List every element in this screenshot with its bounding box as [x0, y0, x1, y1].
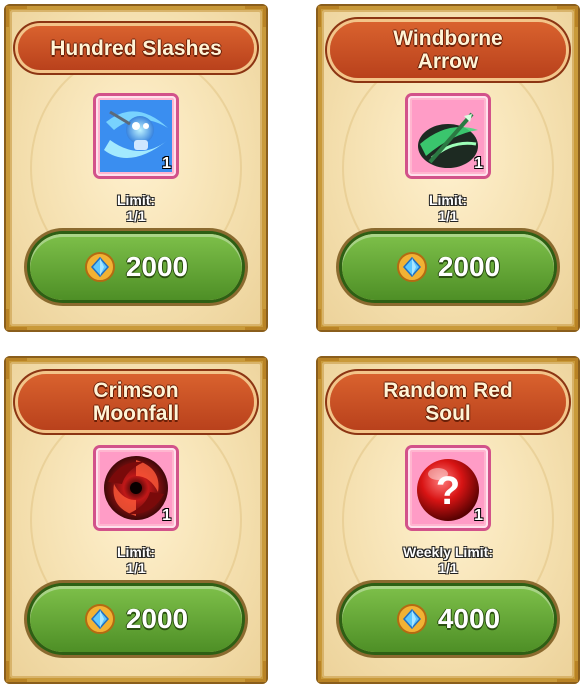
blue-gem-icon — [84, 604, 115, 634]
item-slot[interactable]: 1 — [96, 448, 176, 528]
shop-card-crimson-moonfall: Crimson Moonfall 1 Limit: 1/1 2000 — [4, 356, 268, 684]
item-title: Crimson Moonfall — [92, 379, 180, 425]
price-label: 2000 — [437, 251, 501, 282]
limit-label: Limit: — [116, 544, 156, 560]
buy-button[interactable]: 2000 — [30, 234, 242, 300]
purchase-limit: Limit: 1/1 — [4, 192, 268, 224]
blue-gem-icon — [84, 252, 115, 282]
buy-button[interactable]: 4000 — [342, 586, 554, 652]
buy-button[interactable]: 2000 — [342, 234, 554, 300]
blue-gem-icon — [396, 252, 427, 282]
item-quantity: 1 — [162, 507, 171, 524]
buy-button[interactable]: 2000 — [30, 586, 242, 652]
price-label: 2000 — [125, 251, 189, 282]
item-title: Hundred Slashes — [50, 36, 222, 60]
shop-card-hundred-slashes: Hundred Slashes 1 Limit: 1/1 2000 — [4, 4, 268, 332]
purchase-limit: Weekly Limit: 1/1 — [316, 544, 580, 576]
item-slot[interactable]: 1 — [96, 96, 176, 176]
title-banner: Hundred Slashes — [18, 26, 254, 70]
item-quantity: 1 — [474, 507, 483, 524]
item-title: Windborne Arrow — [393, 27, 503, 73]
price-label: 2000 — [125, 603, 189, 634]
purchase-limit: Limit: 1/1 — [316, 192, 580, 224]
shop-card-windborne-arrow: Windborne Arrow 1 Limit: 1/1 2000 — [316, 4, 580, 332]
limit-value: 1/1 — [438, 560, 458, 576]
price-label: 4000 — [437, 603, 501, 634]
limit-label: Limit: — [428, 192, 468, 208]
limit-label: Limit: — [116, 192, 156, 208]
item-title: Random Red Soul — [383, 379, 513, 425]
svg-text:?: ? — [436, 469, 460, 513]
limit-value: 1/1 — [126, 560, 146, 576]
item-slot[interactable]: ? 1 — [408, 448, 488, 528]
purchase-limit: Limit: 1/1 — [4, 544, 268, 576]
item-quantity: 1 — [474, 155, 483, 172]
limit-label: Weekly Limit: — [403, 544, 493, 560]
title-banner: Windborne Arrow — [330, 22, 566, 78]
shop-card-random-red-soul: Random Red Soul ? 1 Weekly Limit: 1/1 40… — [316, 356, 580, 684]
title-banner: Random Red Soul — [330, 374, 566, 430]
limit-value: 1/1 — [438, 208, 458, 224]
item-slot[interactable]: 1 — [408, 96, 488, 176]
title-banner: Crimson Moonfall — [18, 374, 254, 430]
item-quantity: 1 — [162, 155, 171, 172]
limit-value: 1/1 — [126, 208, 146, 224]
blue-gem-icon — [396, 604, 427, 634]
